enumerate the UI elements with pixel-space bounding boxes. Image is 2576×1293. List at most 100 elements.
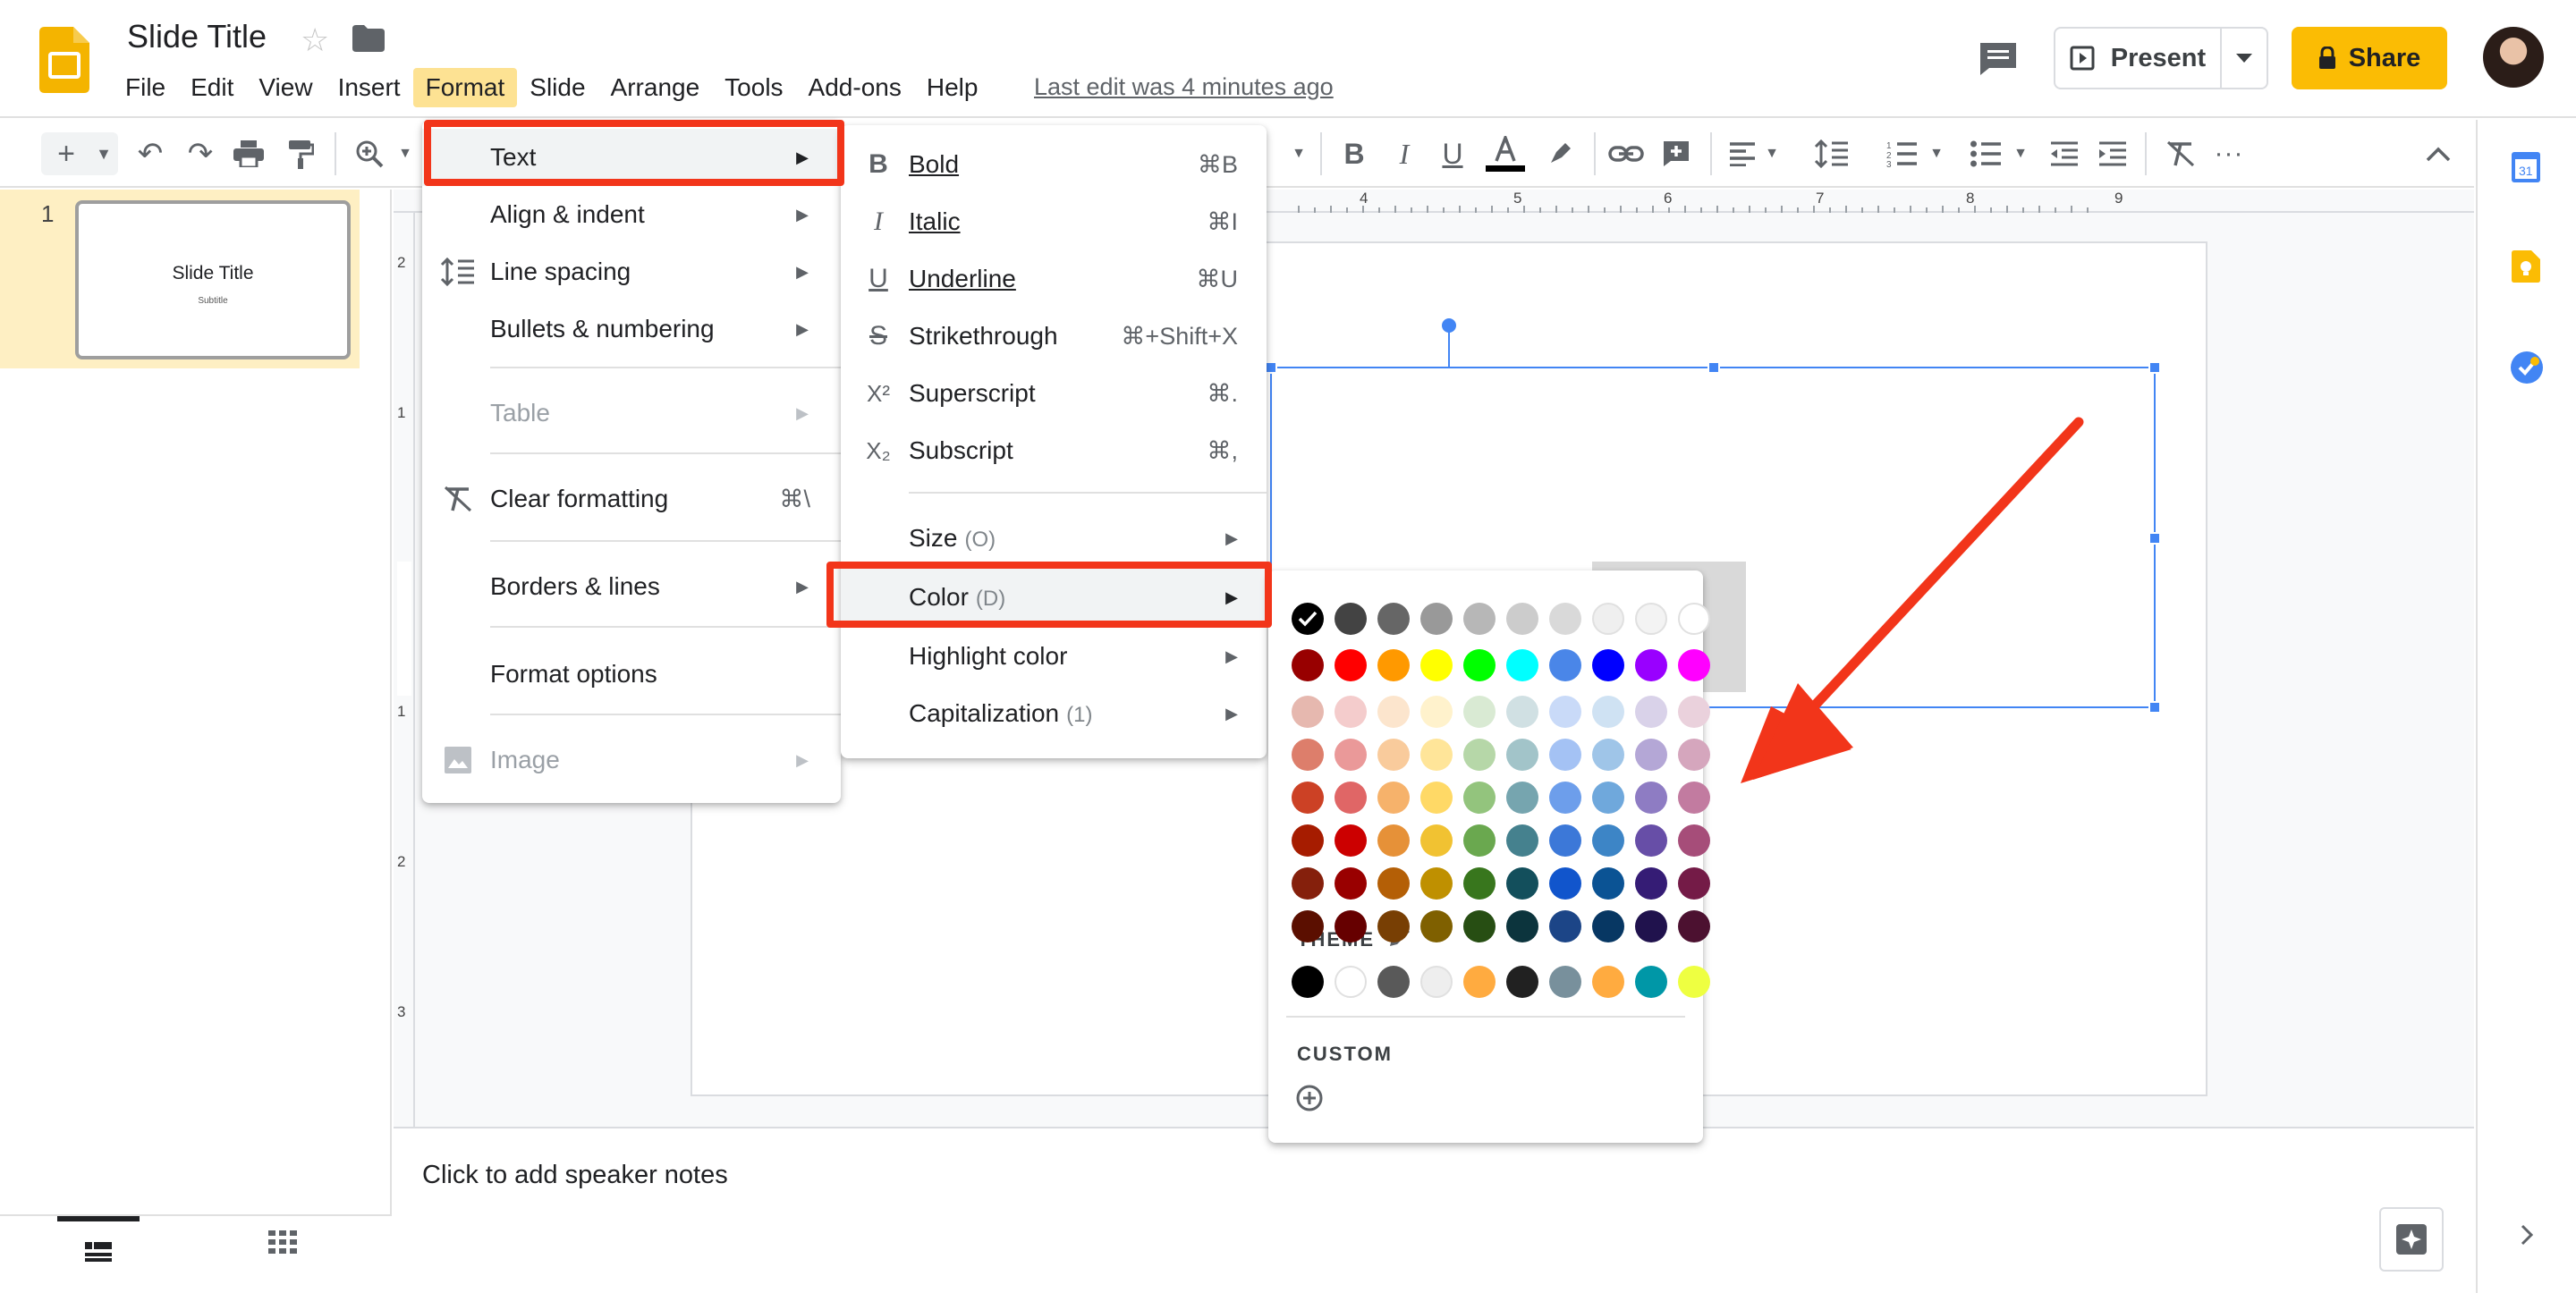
align-dropdown[interactable]: ▼: [1764, 134, 1780, 173]
color-swatch[interactable]: [1377, 649, 1410, 681]
line-spacing-icon[interactable]: [1812, 134, 1852, 173]
color-swatch[interactable]: [1678, 696, 1710, 728]
increase-indent-icon[interactable]: [2095, 134, 2131, 173]
color-swatch[interactable]: [1549, 867, 1581, 900]
highlight-color-icon[interactable]: [1542, 134, 1578, 173]
color-swatch[interactable]: [1592, 867, 1624, 900]
menu-file[interactable]: File: [113, 68, 178, 107]
text-menu-item-highlight-color[interactable]: Highlight color ▶: [841, 628, 1267, 685]
present-options-dropdown[interactable]: [2222, 29, 2267, 88]
color-swatch[interactable]: [1678, 867, 1710, 900]
text-menu-item-subscript[interactable]: X₂ Subscript ⌘,: [841, 422, 1267, 479]
color-swatch[interactable]: [1592, 910, 1624, 942]
resize-handle[interactable]: [2148, 361, 2161, 374]
document-title[interactable]: Slide Title: [127, 18, 267, 55]
text-menu-item-superscript[interactable]: X² Superscript ⌘.: [841, 365, 1267, 422]
color-swatch[interactable]: [1506, 867, 1538, 900]
format-menu-item-bullets-numbering[interactable]: Bullets & numbering ▶: [422, 300, 841, 358]
font-size-dropdown[interactable]: ▼: [1288, 134, 1309, 173]
color-swatch[interactable]: [1635, 649, 1667, 681]
undo-icon[interactable]: ↶: [132, 134, 168, 173]
color-swatch[interactable]: [1377, 603, 1410, 635]
color-swatch[interactable]: [1292, 910, 1324, 942]
menu-arrange[interactable]: Arrange: [598, 68, 713, 107]
color-swatch[interactable]: [1592, 696, 1624, 728]
color-swatch[interactable]: [1592, 824, 1624, 857]
text-menu-item-underline[interactable]: U Underline ⌘U: [841, 250, 1267, 308]
filmstrip-view-button[interactable]: [57, 1216, 140, 1282]
text-menu-item-bold[interactable]: B Bold ⌘B: [841, 136, 1267, 193]
format-menu-item-clear-formatting[interactable]: Clear formatting ⌘\: [422, 470, 841, 528]
color-swatch[interactable]: [1592, 649, 1624, 681]
color-swatch[interactable]: [1292, 649, 1324, 681]
color-swatch[interactable]: [1678, 649, 1710, 681]
add-comment-icon[interactable]: [1658, 134, 1694, 173]
color-swatch[interactable]: [1678, 910, 1710, 942]
color-swatch[interactable]: [1420, 824, 1453, 857]
theme-color-swatch[interactable]: [1463, 966, 1496, 998]
menu-add-ons[interactable]: Add-ons: [796, 68, 914, 107]
color-swatch[interactable]: [1678, 739, 1710, 771]
slides-logo-icon[interactable]: [39, 27, 89, 93]
rotate-handle[interactable]: [1442, 318, 1456, 333]
menu-edit[interactable]: Edit: [178, 68, 246, 107]
color-swatch[interactable]: [1463, 782, 1496, 814]
color-swatch[interactable]: [1506, 696, 1538, 728]
speaker-notes-placeholder[interactable]: Click to add speaker notes: [422, 1161, 728, 1190]
new-slide-layout-dropdown[interactable]: ▼: [93, 134, 114, 173]
star-icon[interactable]: ☆: [301, 21, 329, 59]
resize-handle[interactable]: [1265, 361, 1277, 374]
bulleted-list-dropdown[interactable]: ▼: [2012, 134, 2029, 173]
color-swatch[interactable]: [1678, 603, 1710, 635]
paint-format-icon[interactable]: [283, 134, 318, 173]
color-swatch[interactable]: [1420, 910, 1453, 942]
menu-format[interactable]: Format: [412, 68, 518, 107]
color-swatch[interactable]: [1635, 696, 1667, 728]
menu-insert[interactable]: Insert: [326, 68, 413, 107]
numbered-list-icon[interactable]: 123: [1884, 134, 1919, 173]
color-swatch[interactable]: [1335, 867, 1367, 900]
color-swatch[interactable]: [1635, 782, 1667, 814]
color-swatch[interactable]: [1592, 603, 1624, 635]
color-swatch[interactable]: [1292, 782, 1324, 814]
resize-handle[interactable]: [1707, 361, 1720, 374]
color-swatch[interactable]: [1549, 739, 1581, 771]
color-swatch[interactable]: [1292, 824, 1324, 857]
theme-color-swatch[interactable]: [1678, 966, 1710, 998]
chevron-right-icon[interactable]: [2513, 1221, 2540, 1248]
color-swatch[interactable]: [1335, 696, 1367, 728]
color-swatch[interactable]: [1463, 910, 1496, 942]
vertical-ruler[interactable]: 2 1 1 2 3: [394, 213, 415, 1127]
color-swatch[interactable]: [1420, 603, 1453, 635]
text-color-icon[interactable]: [1485, 134, 1526, 173]
color-swatch[interactable]: [1549, 603, 1581, 635]
menu-slide[interactable]: Slide: [517, 68, 597, 107]
color-swatch[interactable]: [1635, 910, 1667, 942]
color-swatch[interactable]: [1463, 603, 1496, 635]
format-menu-item-align-indent[interactable]: Align & indent ▶: [422, 186, 841, 243]
color-swatch[interactable]: [1635, 739, 1667, 771]
calendar-icon[interactable]: 31: [2512, 150, 2540, 182]
color-swatch[interactable]: [1377, 739, 1410, 771]
format-menu-item-format-options[interactable]: Format options: [422, 646, 841, 703]
color-swatch[interactable]: [1335, 824, 1367, 857]
color-swatch[interactable]: [1463, 649, 1496, 681]
resize-handle[interactable]: [2148, 532, 2161, 545]
color-swatch[interactable]: [1292, 696, 1324, 728]
theme-color-swatch[interactable]: [1420, 966, 1453, 998]
color-swatch[interactable]: [1678, 782, 1710, 814]
color-swatch[interactable]: [1463, 824, 1496, 857]
color-swatch[interactable]: [1420, 696, 1453, 728]
theme-color-swatch[interactable]: [1292, 966, 1324, 998]
color-swatch[interactable]: [1463, 739, 1496, 771]
color-swatch[interactable]: [1549, 824, 1581, 857]
color-swatch[interactable]: [1635, 867, 1667, 900]
align-icon[interactable]: [1724, 134, 1760, 173]
collapse-toolbar-icon[interactable]: [2426, 134, 2465, 173]
color-swatch[interactable]: [1549, 910, 1581, 942]
theme-color-swatch[interactable]: [1335, 966, 1367, 998]
color-swatch[interactable]: [1549, 649, 1581, 681]
color-swatch[interactable]: [1592, 739, 1624, 771]
color-swatch[interactable]: [1506, 649, 1538, 681]
color-swatch[interactable]: [1335, 782, 1367, 814]
